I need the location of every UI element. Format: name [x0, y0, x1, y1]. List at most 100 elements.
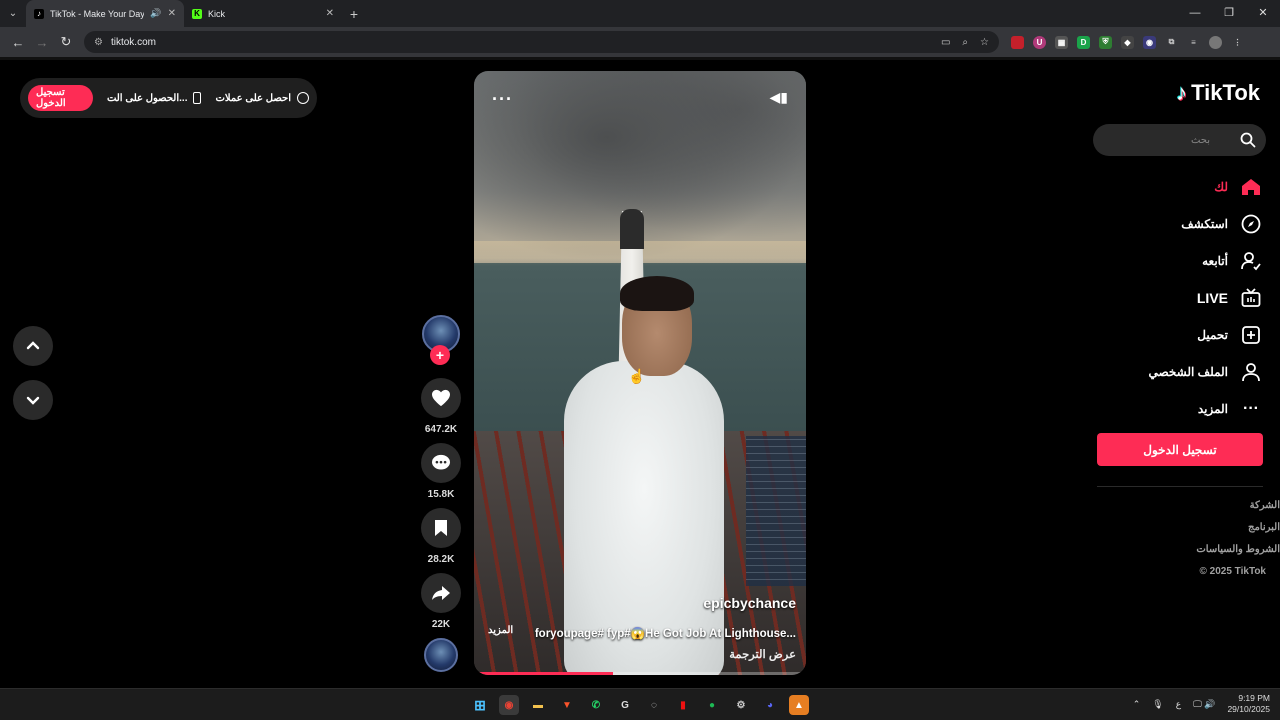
heart-icon[interactable] [421, 378, 461, 418]
system-tray: ⌃ 🎙 ع 🖵 🔊 9:19 PM 29/10/2025 [1133, 693, 1270, 715]
close-window-icon[interactable]: ✕ [1246, 0, 1280, 27]
comment-icon[interactable] [421, 443, 461, 483]
file-explorer-icon[interactable]: ▬ [528, 695, 548, 715]
chrome-icon[interactable]: ◉ [499, 695, 519, 715]
orange-app-icon[interactable]: ▲ [789, 695, 809, 715]
circle-app-icon[interactable]: ◌ [644, 695, 664, 715]
browser-menu-icon[interactable]: ⋮ [1231, 36, 1244, 49]
extension-red-icon[interactable] [1011, 35, 1024, 49]
microphone-icon[interactable]: 🎙 [1152, 699, 1163, 710]
sidebar-item-explore[interactable]: استكشف [1082, 205, 1262, 242]
sidebar-item-for-you[interactable]: لك [1082, 168, 1262, 205]
extensions-bar: U ▦ D ⛨ ◆ ◉ ⧉ ≡ ⋮ [1011, 35, 1244, 49]
reload-icon[interactable]: ↻ [54, 34, 78, 50]
tab-kick[interactable]: K Kick ✕ [184, 0, 342, 27]
save-action[interactable]: 28.2K [420, 508, 462, 565]
g-app-icon[interactable]: G [615, 695, 635, 715]
windows-taskbar: ⊞ ◉ ▬ ▼ ✆ G ◌ ▮ ● ⚙ ◕ ▲ ⌃ 🎙 ع 🖵 🔊 9:19 P… [0, 688, 1280, 720]
restore-icon[interactable]: ❐ [1212, 0, 1246, 27]
sidebar-item-live[interactable]: LIVE [1082, 279, 1262, 316]
video-frame-solar-panel [746, 436, 806, 586]
minimize-icon[interactable]: — [1178, 0, 1212, 27]
see-translation-link[interactable]: عرض الترجمة [729, 647, 796, 661]
bookmark-icon[interactable] [421, 508, 461, 548]
extensions-puzzle-icon[interactable]: ⧉ [1165, 36, 1178, 49]
comment-count: 15.8K [427, 489, 455, 500]
get-coins-link[interactable]: احصل على عملات [215, 92, 309, 104]
get-app-link[interactable]: الحصول على الت... [107, 92, 202, 104]
video-author[interactable]: epicbychance [703, 595, 796, 611]
tab-tiktok[interactable]: ♪ TikTok - Make Your Day 🔊 ✕ [26, 0, 184, 27]
brave-icon[interactable]: ▼ [557, 695, 577, 715]
extension-grid-icon[interactable]: ▦ [1055, 35, 1068, 49]
site-info-icon[interactable]: ⚙ [94, 37, 103, 48]
video-options-icon[interactable]: ··· [492, 89, 513, 110]
whatsapp-icon[interactable]: ✆ [586, 695, 606, 715]
address-bar[interactable]: ⚙ tiktok.com ▭ ⌕ ☆ [84, 31, 999, 53]
sidebar-item-profile[interactable]: الملف الشخصي [1082, 353, 1262, 390]
start-windows-icon[interactable]: ⊞ [470, 695, 490, 715]
like-action[interactable]: 647.2K [420, 378, 462, 435]
tab-search-icon[interactable]: ⌄ [0, 0, 26, 27]
extension-diamond-icon[interactable]: ◆ [1121, 35, 1134, 49]
clock[interactable]: 9:19 PM 29/10/2025 [1227, 693, 1270, 715]
extension-pink-icon[interactable]: U [1033, 35, 1046, 49]
media-list-icon[interactable]: ≡ [1187, 36, 1200, 49]
url-text: tiktok.com [110, 36, 156, 48]
footer-terms-link[interactable]: الشروط والسياسات [1196, 544, 1280, 566]
window-controls: — ❐ ✕ [1178, 0, 1280, 27]
follow-plus-icon[interactable]: + [430, 345, 450, 365]
cast-icon[interactable]: ▭ [941, 37, 950, 48]
tab-title: TikTok - Make Your Day [50, 8, 145, 19]
music-disc[interactable] [420, 638, 462, 672]
sidebar-item-upload[interactable]: تحميل [1082, 316, 1262, 353]
red-app-icon[interactable]: ▮ [673, 695, 693, 715]
forward-icon[interactable]: → [30, 35, 54, 50]
new-tab-button[interactable]: + [342, 6, 366, 22]
search-input[interactable]: بحث [1093, 124, 1266, 156]
video-progress-bar[interactable] [474, 672, 806, 675]
footer-program-link[interactable]: البرنامج [1196, 522, 1280, 544]
tray-expand-icon[interactable]: ⌃ [1133, 699, 1141, 710]
tiktok-logo[interactable]: ♪ TikTok [1176, 80, 1260, 106]
music-avatar[interactable] [424, 638, 458, 672]
comment-action[interactable]: 15.8K [420, 443, 462, 500]
caption-more-link[interactable]: المزيد [488, 625, 513, 636]
video-caption: foryoupage# fyp#😱He Got Job At Lighthous… [534, 628, 796, 640]
share-icon[interactable] [421, 573, 461, 613]
sidebar-item-more[interactable]: المزيد ··· [1082, 390, 1262, 427]
volume-icon[interactable]: ◀▮ [770, 89, 788, 106]
discord-icon[interactable]: ◕ [760, 695, 780, 715]
video-frame-lighthouse-lamp [620, 209, 644, 249]
search-placeholder: بحث [1190, 134, 1210, 146]
footer-company-link[interactable]: الشركة [1196, 500, 1280, 522]
sidebar-login-button[interactable]: تسجيل الدخول [1097, 433, 1263, 466]
sidebar-footer: الشركة البرنامج الشروط والسياسات © 2025 … [1196, 500, 1280, 588]
bookmark-star-icon[interactable]: ☆ [980, 37, 989, 48]
top-login-button[interactable]: تسجيل الدخول [28, 85, 93, 111]
steam-icon[interactable]: ⚙ [731, 695, 751, 715]
mouse-cursor-icon: ☝ [628, 368, 646, 384]
extension-eye-icon[interactable]: ◉ [1143, 35, 1156, 49]
network-volume-icon[interactable]: 🖵 🔊 [1193, 699, 1215, 710]
extension-shield-icon[interactable]: ⛨ [1099, 35, 1112, 49]
get-coins-label: احصل على عملات [215, 92, 291, 104]
search-icon[interactable] [1240, 132, 1256, 148]
back-icon[interactable]: ← [6, 35, 30, 50]
audio-playing-icon[interactable]: 🔊 [150, 8, 161, 19]
sidebar-item-label: تحميل [1197, 327, 1228, 342]
close-tab-icon[interactable]: ✕ [168, 8, 176, 19]
zoom-icon[interactable]: ⌕ [962, 37, 968, 48]
live-icon [1240, 287, 1262, 309]
next-video-button[interactable] [13, 380, 53, 420]
profile-avatar-icon[interactable] [1209, 35, 1222, 49]
like-count: 647.2K [424, 424, 458, 435]
spotify-icon[interactable]: ● [702, 695, 722, 715]
chevron-down-icon [26, 396, 40, 405]
share-action[interactable]: 22K [420, 573, 462, 630]
extension-d-icon[interactable]: D [1077, 35, 1090, 49]
sidebar-item-following[interactable]: أتابعه [1082, 242, 1262, 279]
previous-video-button[interactable] [13, 326, 53, 366]
close-tab-icon[interactable]: ✕ [326, 8, 334, 19]
input-language[interactable]: ع [1176, 699, 1181, 710]
